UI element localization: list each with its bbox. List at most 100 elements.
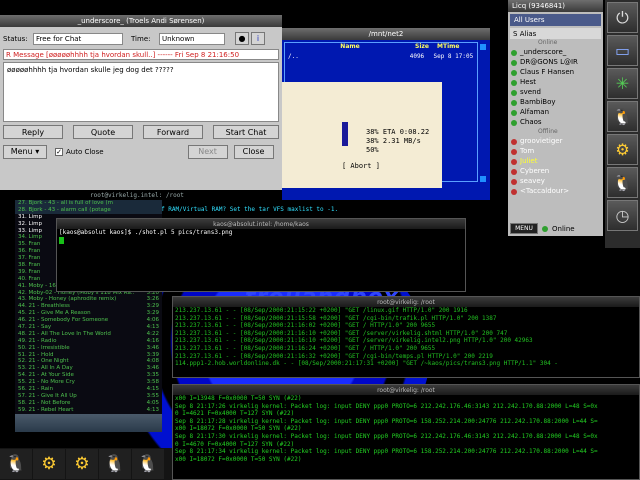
playlist-item[interactable]: 54. 21 - At Your Side 3:35 <box>15 372 162 379</box>
contact-offline[interactable]: Tom <box>508 147 603 157</box>
terminal-httpd-titlebar[interactable]: root@virkelig: /root <box>173 297 639 307</box>
percent-line: 50% <box>366 146 379 154</box>
tux-icon[interactable]: 🐧 <box>99 449 131 479</box>
quote-button[interactable]: Quote <box>73 125 133 139</box>
icq-contact-window[interactable]: Licq (9346841) All Users S Alias Online … <box>508 0 603 236</box>
playlist-item[interactable]: 51. 21 - Hold 3:39 <box>15 352 162 359</box>
playlist-item[interactable]: 52. 21 - One Night 4:08 <box>15 358 162 365</box>
col-name-header[interactable]: Name <box>285 43 415 53</box>
contact-online[interactable]: _underscore_ <box>508 48 603 58</box>
file-manager-titlebar[interactable]: /mnt/net2 <box>282 28 490 40</box>
icq-menu-button[interactable]: MENU <box>510 223 538 234</box>
contact-offline[interactable]: <Taccaldour> <box>508 187 603 197</box>
playlist-controls[interactable] <box>15 414 162 432</box>
playlist-item[interactable]: 53. 21 - All In A Day 3:46 <box>15 365 162 372</box>
next-button[interactable]: Next <box>187 144 228 159</box>
contact-offline[interactable]: groovietiger <box>508 137 603 147</box>
terminal-kaos[interactable]: kaos@absolut.intel: /home/kaos [kaos@abs… <box>56 218 466 292</box>
playlist-item[interactable]: 56. 21 - Rain 4:15 <box>15 386 162 393</box>
tux-icon[interactable]: 🐧 <box>607 101 638 132</box>
gear-icon[interactable]: ⚙ <box>66 449 98 479</box>
contact-online[interactable]: BambiBoy <box>508 98 603 108</box>
log-line: 213.237.13.61 - - [08/Sep/2000:21:16:32 … <box>175 352 493 360</box>
playlist-item-title: 43. Moby - Honey (aphrodite remix) <box>18 296 117 303</box>
info-icon[interactable]: i <box>251 32 265 45</box>
playlist-item[interactable]: 59. 21 - Rebel Heart 4:13 <box>15 407 162 414</box>
copy-progress-dialog[interactable]: 38% ETA 0:08.22 38% 2.31 MB/s 50% [ Abor… <box>282 82 442 188</box>
playlist-item[interactable]: 47. 21 - Say 4:13 <box>15 324 162 331</box>
log-line: 213.237.13.61 - - [08/Sep/2000:21:16:24 … <box>175 344 436 352</box>
gear-icon[interactable]: ⚙ <box>33 449 65 479</box>
playlist-item[interactable]: 57. 21 - Give It All Up 3:55 <box>15 393 162 400</box>
contact-online[interactable]: Alfaman <box>508 108 603 118</box>
menu-button[interactable]: Menu ▾ <box>3 144 47 159</box>
power-icon[interactable]: ⏻ <box>607 2 638 33</box>
contact-online[interactable]: Claus F Hansen <box>508 68 603 78</box>
monitor-icon[interactable]: ▭ <box>607 35 638 66</box>
tux-icon[interactable]: 🐧 <box>607 167 638 198</box>
playlist-item-duration: 4:13 <box>146 406 159 413</box>
playlist-item[interactable]: 44. 21 - Breathless 3:29 <box>15 303 162 310</box>
terminal-kernel-titlebar[interactable]: root@virkelig: /root <box>173 385 639 395</box>
abort-button[interactable]: [ Abort ] <box>342 162 380 170</box>
log-line: 213.237.13.61 - - [08/Sep/2000:21:16:10 … <box>175 329 508 337</box>
contact-online[interactable]: Hest <box>508 78 603 88</box>
playlist-item[interactable]: 58. 21 - Not Before 4:05 <box>15 400 162 407</box>
terminal-kaos-titlebar[interactable]: kaos@absolut.intel: /home/kaos <box>57 219 465 229</box>
status-field: Free for Chat <box>33 32 123 45</box>
alias-header[interactable]: Alias <box>520 30 537 38</box>
autoclose-checkbox[interactable]: ✓ <box>55 147 63 156</box>
col-mtime-header[interactable]: MTime <box>437 43 477 53</box>
chip-icon[interactable]: ✳ <box>607 68 638 99</box>
lock-icon[interactable]: ● <box>235 32 249 45</box>
playlist-item-duration: 3:29 <box>146 303 159 310</box>
reply-button[interactable]: Reply <box>3 125 63 139</box>
log-line: 0 I=4621 F=0x4000 T=127 SYN (#22) <box>175 410 295 418</box>
gear-icon[interactable]: ⚙ <box>607 134 638 165</box>
terminal-line: [kaos@absolut kaos]$ ./shot.pl 5 pics/tr… <box>59 229 233 236</box>
contact-offline[interactable]: Cyberen <box>508 167 603 177</box>
playlist-item[interactable]: 46. 21 - Somebody For Someone 4:06 <box>15 317 162 324</box>
clock-icon[interactable]: ◷ <box>607 200 638 231</box>
playlist-item-duration: 3:46 <box>146 365 159 372</box>
contact-online[interactable]: DR@GONS L@IR <box>508 58 603 68</box>
playlist-item-title: 40. Fran <box>18 275 41 282</box>
playlist-item[interactable]: 55. 21 - No More Cry 3:58 <box>15 379 162 386</box>
playlist-item-duration: 4:22 <box>146 330 159 337</box>
contact-offline[interactable]: Juliet <box>508 157 603 167</box>
log-line: x00 I=18072 F=0x0000 T=50 SYN (#22) <box>175 455 302 463</box>
close-button[interactable]: Close <box>233 144 274 159</box>
message-window[interactable]: _underscore_ (Troels Andi Sørensen) Stat… <box>0 15 282 190</box>
tux-icon[interactable]: 🐧 <box>132 449 164 479</box>
contact-online[interactable]: Chaos <box>508 118 603 128</box>
log-line: 213.237.13.61 - - [08/Sep/2000:21:16:10 … <box>175 337 533 345</box>
playlist-item-title: 51. 21 - Hold <box>18 351 54 358</box>
playlist-item[interactable]: 49. 21 - Radio 4:16 <box>15 338 162 345</box>
mc-status-line: root@virkelig.intel: /root <box>90 192 184 199</box>
icq-titlebar[interactable]: Licq (9346841) <box>508 0 603 12</box>
playlist-item[interactable]: 48. 21 - All The Love In The World 4:22 <box>15 331 162 338</box>
playlist-item-duration: 4:15 <box>146 386 159 393</box>
icq-group-selector[interactable]: All Users <box>510 14 601 26</box>
playlist-item[interactable]: 45. 21 - Give Me A Reason 3:29 <box>15 310 162 317</box>
icq-status-selector[interactable]: Online <box>552 225 575 233</box>
playlist-item-title: 46. 21 - Somebody For Someone <box>18 317 109 324</box>
file-row[interactable]: /.. 4096 Sep 8 17:05 <box>285 53 477 62</box>
forward-button[interactable]: Forward <box>143 125 203 139</box>
message-window-titlebar[interactable]: _underscore_ (Troels Andi Sørensen) <box>0 15 282 27</box>
eta-line: 38% ETA 0:08.22 <box>366 128 430 136</box>
start-chat-button[interactable]: Start Chat <box>213 125 279 139</box>
fm-scroll-button[interactable] <box>480 44 486 50</box>
terminal-kernel-log[interactable]: root@virkelig: /root x00 I=13948 F=0x000… <box>172 384 640 480</box>
time-field: Unknown <box>159 32 225 45</box>
playlist-item[interactable]: 43. Moby - Honey (aphrodite remix) 3:26 <box>15 296 162 303</box>
playlist-item-title: 32. Limp <box>18 220 42 227</box>
playlist-item[interactable]: 50. 21 - Irresistible 3:46 <box>15 345 162 352</box>
terminal-httpd-log[interactable]: root@virkelig: /root 213.237.13.61 - - [… <box>172 296 640 378</box>
contact-online[interactable]: svend <box>508 88 603 98</box>
contact-offline[interactable]: seavey <box>508 177 603 187</box>
fm-scroll-button-down[interactable] <box>480 176 486 182</box>
col-size-header[interactable]: Size <box>415 43 437 53</box>
tux-icon[interactable]: 🐧 <box>0 449 32 479</box>
playlist-item-title: 35. Fran <box>18 241 41 248</box>
